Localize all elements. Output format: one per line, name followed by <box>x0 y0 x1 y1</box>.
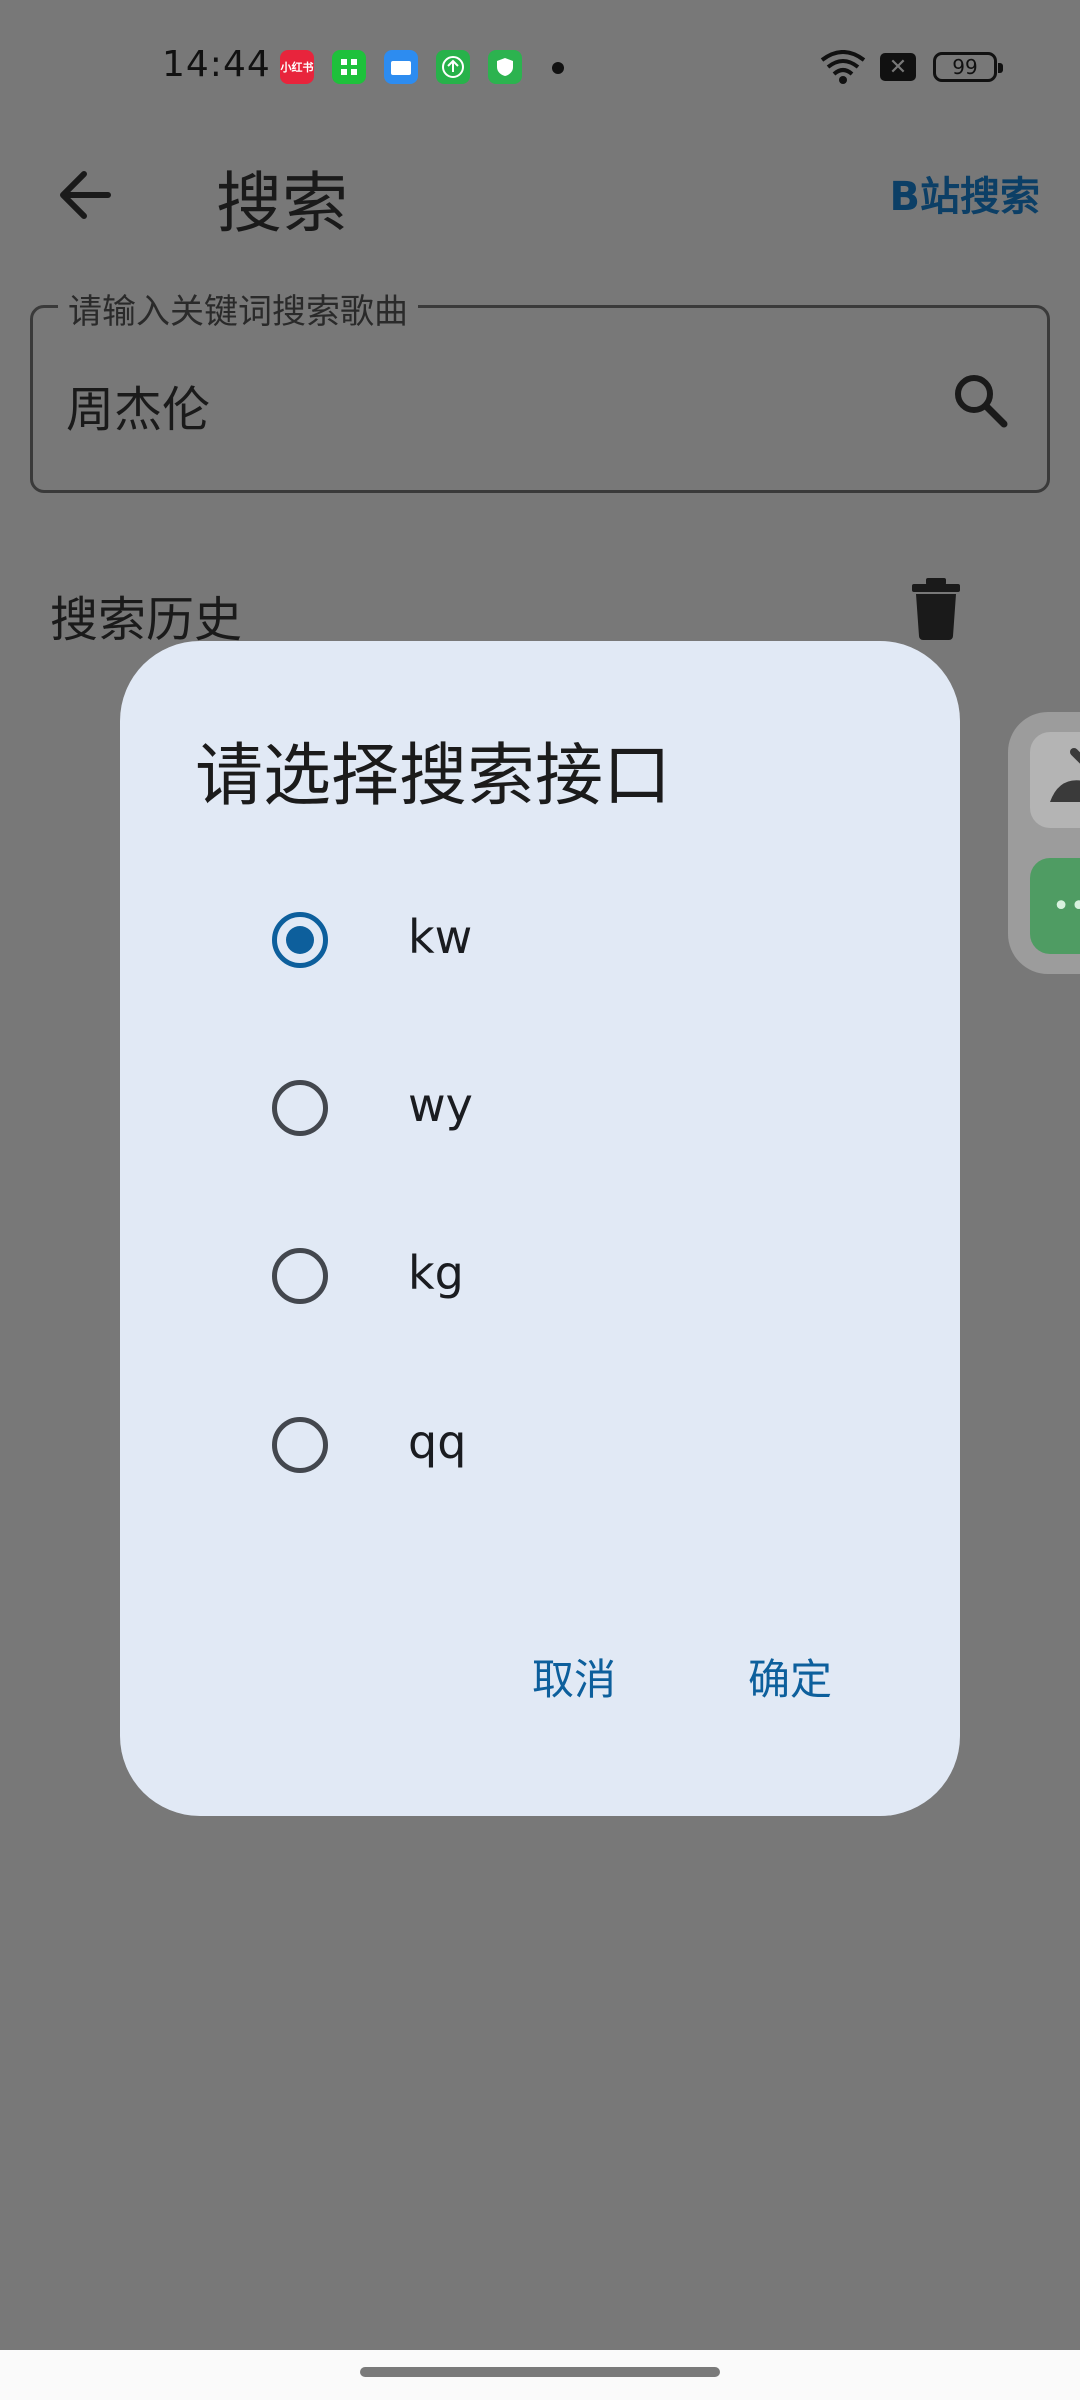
notification-dot-icon <box>552 62 564 74</box>
option-label-kg[interactable]: kg <box>408 1246 464 1300</box>
floating-widget-more-icon[interactable]: •• <box>1030 858 1080 954</box>
history-title: 搜索历史 <box>50 592 243 648</box>
upload-icon <box>436 50 470 84</box>
back-button[interactable] <box>40 150 130 240</box>
search-input-value[interactable]: 周杰伦 <box>66 370 210 440</box>
app-store-icon <box>332 50 366 84</box>
search-icon <box>955 375 1008 428</box>
trash-icon <box>912 578 960 640</box>
status-time: 14:44 <box>162 44 271 85</box>
option-label-qq[interactable]: qq <box>408 1415 466 1469</box>
home-gesture-handle[interactable] <box>360 2367 720 2377</box>
clear-history-button[interactable] <box>910 578 962 640</box>
shield-icon <box>488 50 522 84</box>
radio-kw[interactable] <box>272 912 328 968</box>
search-input-label: 请输入关键词搜索歌曲 <box>58 284 418 333</box>
files-icon <box>384 50 418 84</box>
xiaohongshu-icon: 小红书 <box>280 50 314 84</box>
page-title: 搜索 <box>216 165 348 242</box>
radio-qq[interactable] <box>272 1417 328 1473</box>
sim-off-icon: ✕ <box>880 53 916 81</box>
option-label-wy[interactable]: wy <box>408 1078 473 1132</box>
radio-wy[interactable] <box>272 1080 328 1136</box>
radio-selected-dot-icon <box>286 926 314 954</box>
dialog-title: 请选择搜索接口 <box>195 737 672 816</box>
battery-icon: 99 <box>933 52 1003 82</box>
search-button[interactable] <box>940 360 1020 440</box>
option-label-kw[interactable]: kw <box>408 910 472 964</box>
radio-kg[interactable] <box>272 1248 328 1304</box>
wifi-icon <box>820 50 866 88</box>
bilibili-search-button[interactable]: B站搜索 <box>890 164 1041 222</box>
floating-widget-tool-icon[interactable] <box>1030 732 1080 828</box>
cancel-button[interactable]: 取消 <box>532 1646 616 1707</box>
confirm-button[interactable]: 确定 <box>748 1646 832 1707</box>
arrow-left-icon <box>60 171 111 219</box>
